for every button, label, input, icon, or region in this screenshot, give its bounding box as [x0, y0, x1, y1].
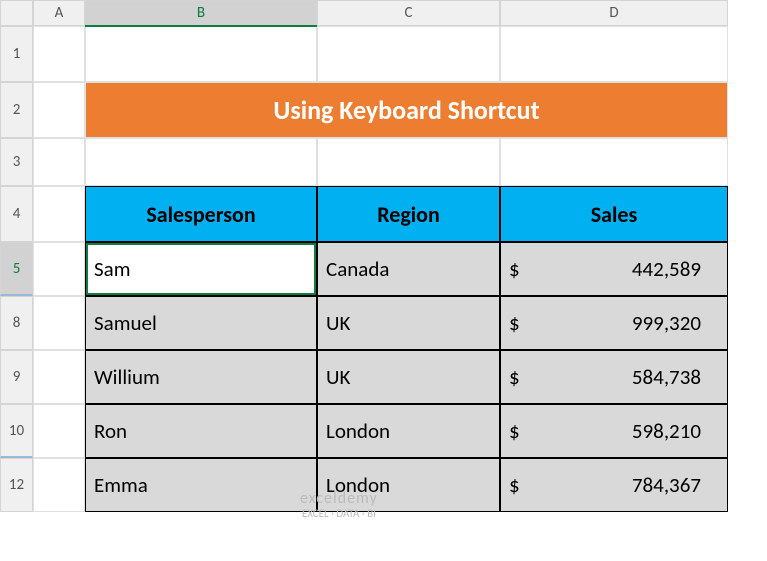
currency-symbol: $	[509, 310, 520, 336]
select-all-corner[interactable]	[0, 0, 33, 26]
cell-region[interactable]: Canada	[317, 242, 500, 296]
cell-A5[interactable]	[33, 242, 85, 296]
cell-D1[interactable]	[500, 26, 728, 82]
cell-A8[interactable]	[33, 296, 85, 350]
cell-C3[interactable]	[317, 138, 500, 186]
currency-symbol: $	[509, 472, 520, 498]
col-header-C[interactable]: C	[317, 0, 500, 26]
table-row: Emma London $ 784,367	[33, 458, 767, 512]
title-banner[interactable]: Using Keyboard Shortcut	[85, 82, 728, 138]
sales-value: 598,210	[520, 418, 719, 444]
cell-C1[interactable]	[317, 26, 500, 82]
cell-salesperson[interactable]: Ron	[85, 404, 317, 458]
grid-row: Using Keyboard Shortcut	[33, 82, 767, 138]
table-header-row: Salesperson Region Sales	[33, 186, 767, 242]
cell-A12[interactable]	[33, 458, 85, 512]
currency-symbol: $	[509, 364, 520, 390]
col-header-B[interactable]: B	[85, 0, 317, 26]
table-row: Ron London $ 598,210	[33, 404, 767, 458]
header-salesperson[interactable]: Salesperson	[85, 186, 317, 242]
cell-sales[interactable]: $ 598,210	[500, 404, 728, 458]
grid-row	[33, 26, 767, 82]
table-row: Willium UK $ 584,738	[33, 350, 767, 404]
col-header-A[interactable]: A	[33, 0, 85, 26]
cell-sales[interactable]: $ 584,738	[500, 350, 728, 404]
cell-A2[interactable]	[33, 82, 85, 138]
cell-B1[interactable]	[85, 26, 317, 82]
table-row: Samuel UK $ 999,320	[33, 296, 767, 350]
cell-A4[interactable]	[33, 186, 85, 242]
header-sales[interactable]: Sales	[500, 186, 728, 242]
cell-region[interactable]: London	[317, 404, 500, 458]
cell-salesperson[interactable]: Emma	[85, 458, 317, 512]
currency-symbol: $	[509, 256, 520, 282]
cell-sales[interactable]: $ 999,320	[500, 296, 728, 350]
sales-value: 999,320	[520, 310, 719, 336]
row-header-8[interactable]: 8	[0, 296, 33, 350]
cell-sales[interactable]: $ 784,367	[500, 458, 728, 512]
cell-D3[interactable]	[500, 138, 728, 186]
cell-A10[interactable]	[33, 404, 85, 458]
cell-region[interactable]: UK	[317, 296, 500, 350]
row-header-1[interactable]: 1	[0, 26, 33, 82]
header-region[interactable]: Region	[317, 186, 500, 242]
active-cell[interactable]: Sam	[85, 242, 317, 296]
row-header-2[interactable]: 2	[0, 82, 33, 138]
cell-salesperson[interactable]: Willium	[85, 350, 317, 404]
cell-region[interactable]: London	[317, 458, 500, 512]
row-header-area: 1 2 3 4 5 8 9 10 12	[0, 26, 33, 512]
cell-sales[interactable]: $ 442,589	[500, 242, 728, 296]
cell-B3[interactable]	[85, 138, 317, 186]
cell-salesperson[interactable]: Samuel	[85, 296, 317, 350]
column-header-row: A B C D	[0, 0, 767, 26]
sales-value: 784,367	[520, 472, 719, 498]
row-header-10[interactable]: 10	[0, 404, 33, 458]
sales-value: 442,589	[520, 256, 719, 282]
grid-content: Using Keyboard Shortcut Salesperson Regi…	[33, 26, 767, 512]
row-header-9[interactable]: 9	[0, 350, 33, 404]
table-row: Sam Canada $ 442,589	[33, 242, 767, 296]
row-header-12[interactable]: 12	[0, 458, 33, 512]
row-header-3[interactable]: 3	[0, 138, 33, 186]
cell-region[interactable]: UK	[317, 350, 500, 404]
cell-A9[interactable]	[33, 350, 85, 404]
currency-symbol: $	[509, 418, 520, 444]
cell-A3[interactable]	[33, 138, 85, 186]
row-header-4[interactable]: 4	[0, 186, 33, 242]
col-header-D[interactable]: D	[500, 0, 728, 26]
sales-value: 584,738	[520, 364, 719, 390]
cell-A1[interactable]	[33, 26, 85, 82]
row-header-5[interactable]: 5	[0, 242, 33, 296]
grid-row	[33, 138, 767, 186]
selection-top-border	[85, 25, 317, 27]
